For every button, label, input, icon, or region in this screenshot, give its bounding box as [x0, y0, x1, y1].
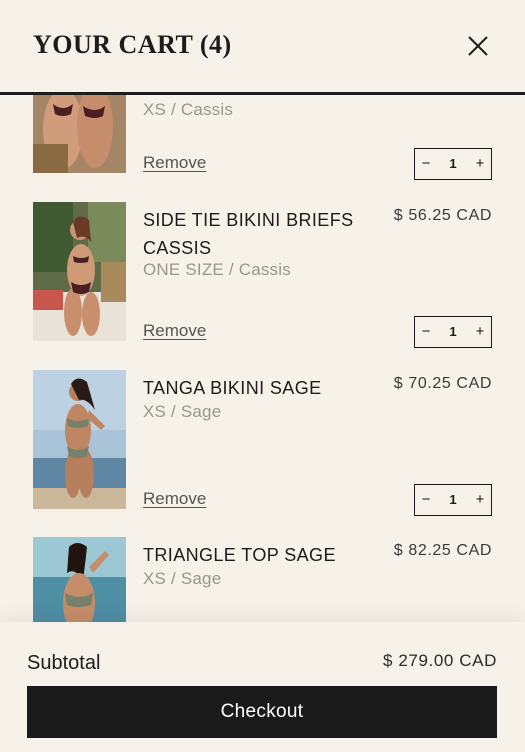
item-variant: XS / Sage	[143, 569, 222, 588]
checkout-button[interactable]: Checkout	[27, 686, 497, 738]
quantity-stepper: − 1 +	[414, 316, 492, 348]
quantity-value: 1	[449, 492, 457, 507]
cart-item: XS / Cassis Remove − 1 +	[0, 95, 525, 202]
product-image[interactable]	[33, 95, 126, 173]
remove-button[interactable]: Remove	[143, 489, 206, 509]
product-image[interactable]	[33, 370, 126, 509]
item-price: $ 56.25 CAD	[393, 207, 492, 224]
item-variant: XS / Cassis	[143, 100, 234, 119]
item-price: $ 82.25 CAD	[393, 542, 492, 559]
close-button[interactable]	[463, 31, 493, 61]
decrease-quantity-button[interactable]: −	[417, 149, 435, 179]
cart-item: TRIANGLE TOP SAGE XS / Sage $ 82.25 CAD	[0, 537, 525, 622]
cart-item-list[interactable]: XS / Cassis Remove − 1 + SIDE TIE BIKINI…	[0, 95, 525, 622]
quantity-value: 1	[449, 156, 457, 171]
quantity-stepper: − 1 +	[414, 148, 492, 180]
increase-quantity-button[interactable]: +	[471, 317, 489, 347]
item-name[interactable]: TANGA BIKINI SAGE	[143, 374, 373, 402]
subtotal-label: Subtotal	[27, 652, 101, 674]
remove-button[interactable]: Remove	[143, 153, 206, 173]
cart-header: YOUR CART (4)	[0, 0, 525, 92]
quantity-stepper: − 1 +	[414, 484, 492, 516]
decrease-quantity-button[interactable]: −	[417, 317, 435, 347]
product-image[interactable]	[33, 537, 126, 622]
item-price: $ 70.25 CAD	[393, 375, 492, 392]
item-name[interactable]: TRIANGLE TOP SAGE	[143, 541, 373, 569]
remove-button[interactable]: Remove	[143, 321, 206, 341]
subtotal-value: $ 279.00 CAD	[383, 651, 497, 670]
close-icon	[468, 36, 488, 56]
cart-footer: Subtotal $ 279.00 CAD Checkout	[0, 622, 525, 752]
product-image[interactable]	[33, 202, 126, 341]
item-name[interactable]: SIDE TIE BIKINI BRIEFS CASSIS	[143, 206, 373, 262]
cart-item: SIDE TIE BIKINI BRIEFS CASSIS ONE SIZE /…	[0, 202, 525, 370]
item-variant: XS / Sage	[143, 402, 222, 421]
quantity-value: 1	[449, 324, 457, 339]
item-variant: ONE SIZE / Cassis	[143, 260, 291, 279]
increase-quantity-button[interactable]: +	[471, 149, 489, 179]
header-divider	[0, 92, 525, 95]
decrease-quantity-button[interactable]: −	[417, 485, 435, 515]
increase-quantity-button[interactable]: +	[471, 485, 489, 515]
cart-title: YOUR CART (4)	[33, 30, 232, 59]
cart-item: TANGA BIKINI SAGE XS / Sage $ 70.25 CAD …	[0, 370, 525, 538]
